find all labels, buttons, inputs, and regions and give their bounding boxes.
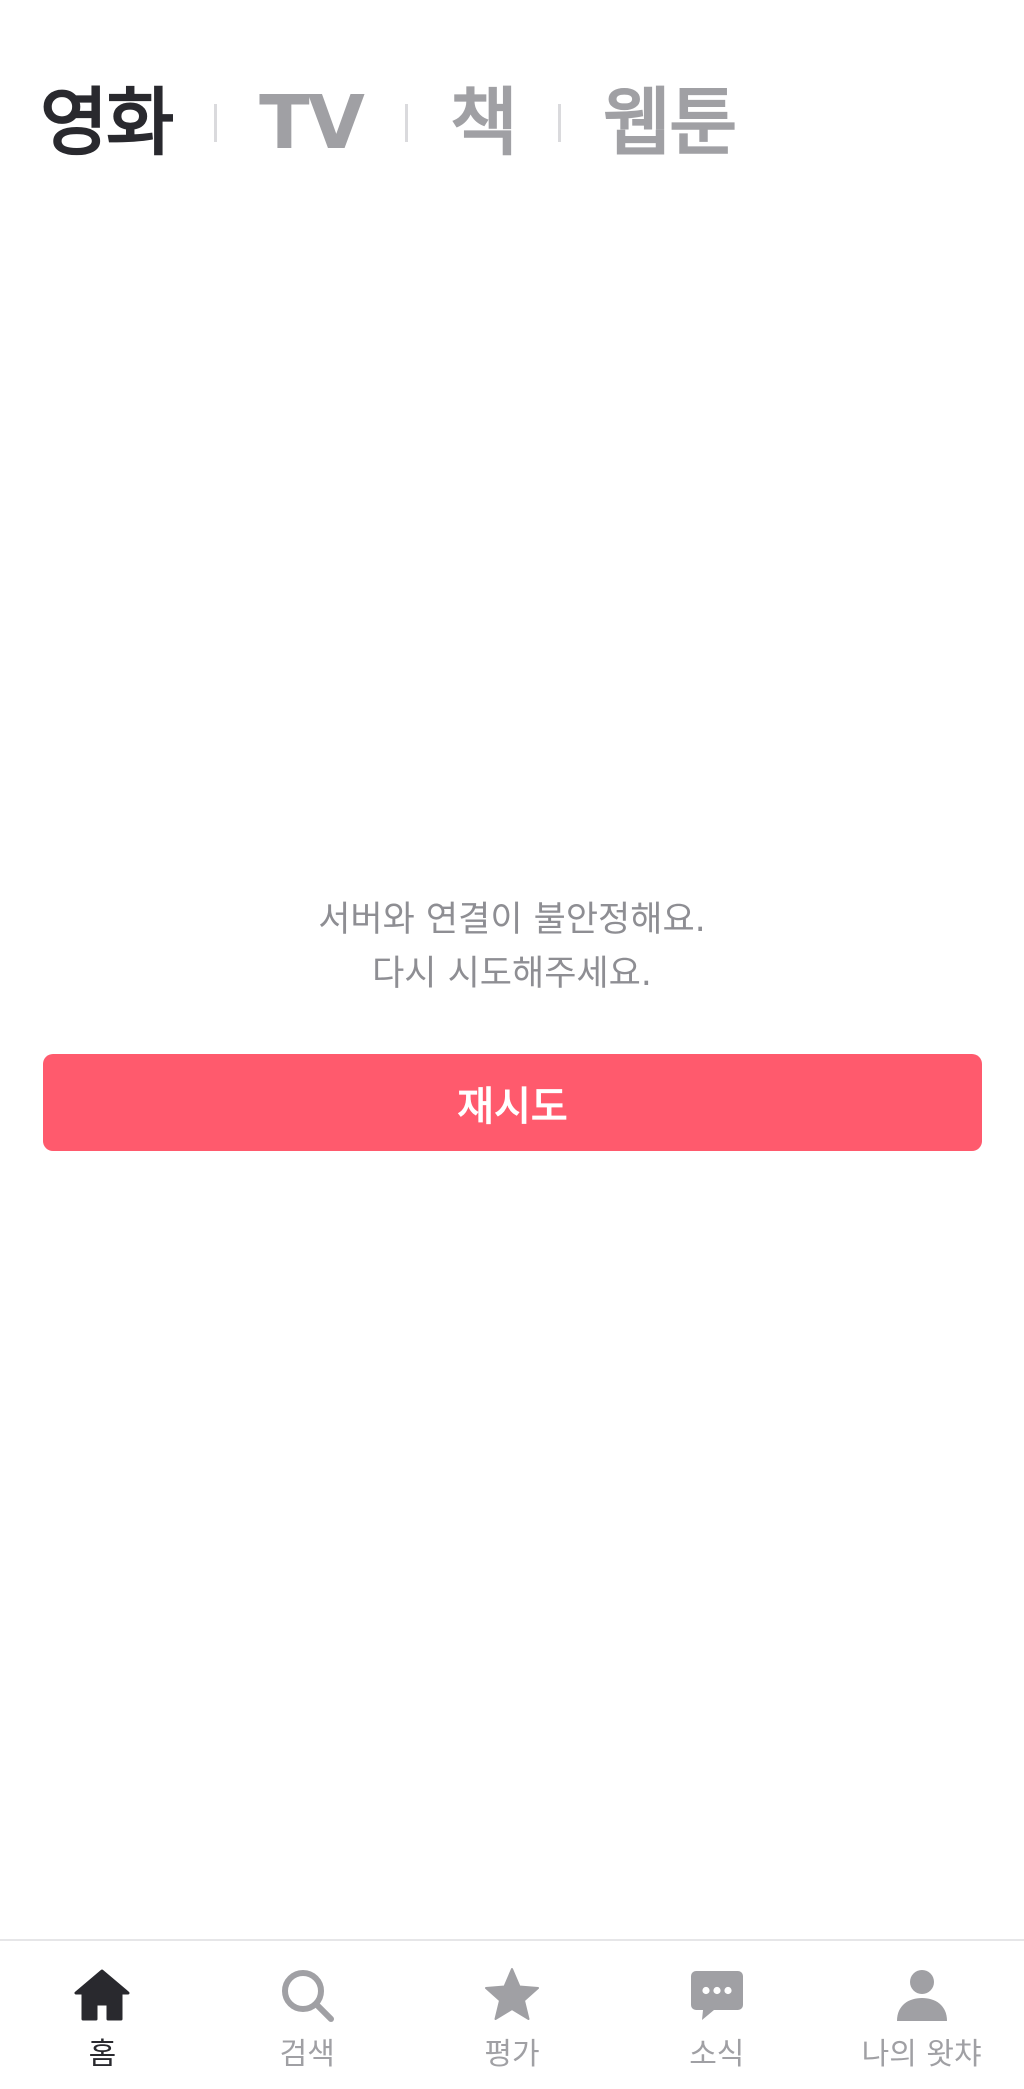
home-screen: 영화 TV 책 웹툰 서버와 연결이 불안정해요. 다시 시도해주세요. 재시도… [0,0,1024,2089]
nav-rate[interactable]: 평가 [410,1941,615,2089]
home-icon [72,1965,132,2025]
nav-search-label: 검색 [279,2037,335,2072]
retry-button[interactable]: 재시도 [43,1054,982,1151]
tab-divider [404,104,408,142]
star-icon [482,1965,542,2025]
error-line-2: 다시 시도해주세요. [372,954,652,994]
connection-error-message: 서버와 연결이 불안정해요. 다시 시도해주세요. [0,893,1024,1001]
nav-rate-label: 평가 [484,2037,540,2072]
nav-my-watcha-label: 나의 왓챠 [861,2037,982,2072]
tab-webtoon[interactable]: 웹툰 [603,86,737,160]
chat-bubble-icon [687,1965,747,2025]
tab-divider [214,104,218,142]
person-icon [892,1965,952,2025]
tab-books[interactable]: 책 [450,86,518,160]
nav-my-watcha[interactable]: 나의 왓챠 [819,1941,1024,2089]
nav-home[interactable]: 홈 [0,1941,205,2089]
nav-news-label: 소식 [689,2037,745,2072]
tab-divider [558,104,562,142]
error-line-1: 서버와 연결이 불안정해요. [318,900,706,940]
search-icon [277,1965,337,2025]
category-tabs: 영화 TV 책 웹툰 [40,78,737,168]
nav-news[interactable]: 소식 [614,1941,819,2089]
nav-home-label: 홈 [88,2037,117,2072]
tab-tv[interactable]: TV [259,86,365,160]
tab-movies[interactable]: 영화 [40,86,174,160]
nav-search[interactable]: 검색 [205,1941,410,2089]
bottom-navigation: 홈 검색 평가 소식 나의 왓챠 [0,1939,1024,2089]
